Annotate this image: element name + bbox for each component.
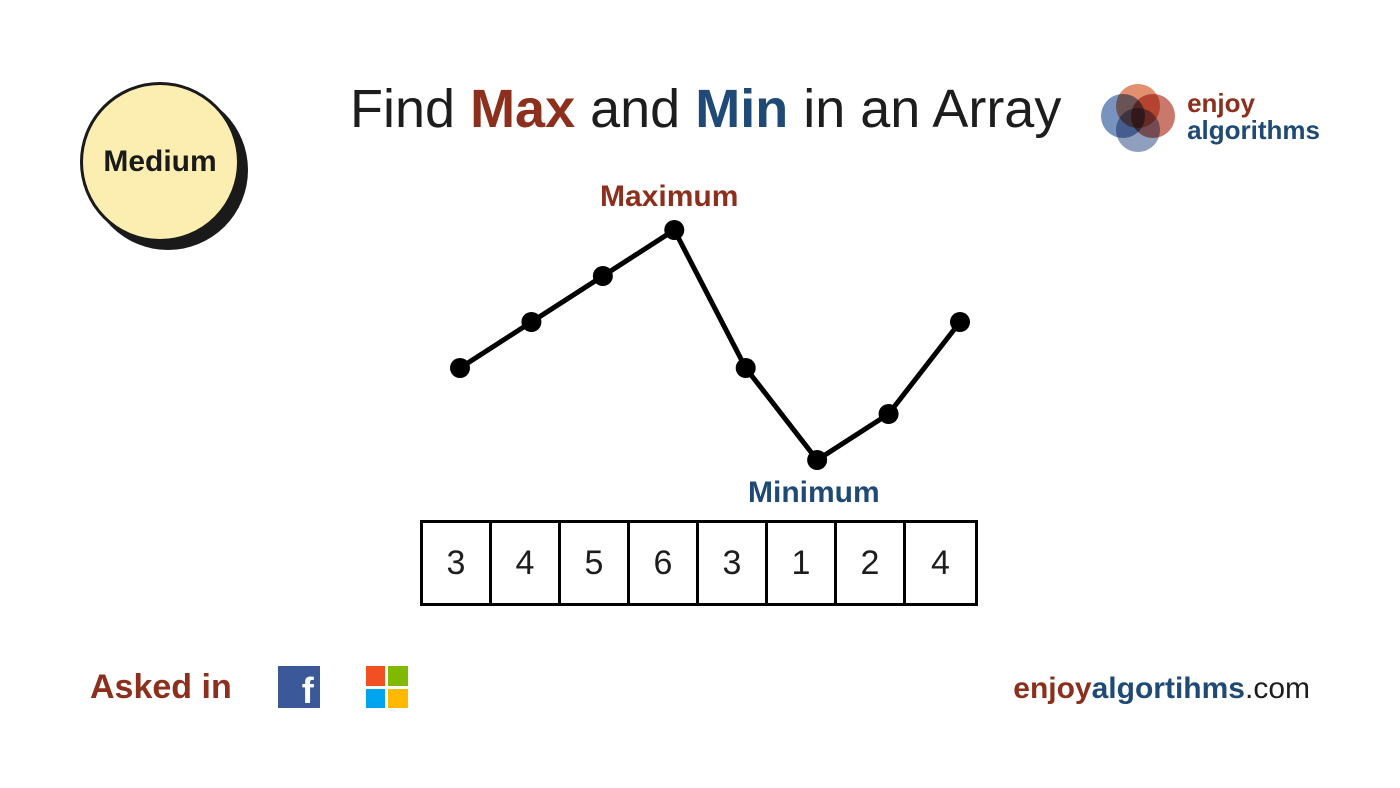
- site-url: enjoyalgortihms.com: [1013, 672, 1310, 706]
- title-prefix: Find: [350, 79, 470, 139]
- brand-logo: enjoy algorithms: [1101, 80, 1320, 154]
- site-bold2: algortihms: [1092, 672, 1245, 705]
- array-row: 34563124: [420, 520, 978, 606]
- line-chart: Maximum Minimum: [420, 180, 980, 520]
- brand-line2: algorithms: [1187, 117, 1320, 144]
- microsoft-icon: [366, 666, 408, 708]
- site-bold1: enjoy: [1013, 672, 1091, 705]
- array-cell: 6: [630, 523, 699, 603]
- array-cell: 2: [837, 523, 906, 603]
- facebook-icon: [278, 666, 320, 708]
- asked-in-label: Asked in: [90, 668, 232, 707]
- brand-name: enjoy algorithms: [1187, 90, 1320, 145]
- title-suffix: in an Array: [788, 79, 1061, 139]
- array-cell: 1: [768, 523, 837, 603]
- array-cell: 3: [423, 523, 492, 603]
- site-rest: .com: [1245, 672, 1310, 705]
- brand-line1: enjoy: [1187, 90, 1320, 117]
- logo-mark-icon: [1101, 80, 1175, 154]
- page-title: Find Max and Min in an Array: [350, 78, 1061, 140]
- difficulty-badge: Medium: [80, 82, 240, 242]
- difficulty-label: Medium: [80, 82, 240, 242]
- chart-svg: [420, 180, 980, 520]
- minimum-label: Minimum: [748, 476, 880, 510]
- array-cell: 3: [699, 523, 768, 603]
- array-cell: 5: [561, 523, 630, 603]
- maximum-label: Maximum: [600, 180, 738, 214]
- title-min: Min: [695, 79, 788, 139]
- array-cell: 4: [906, 523, 975, 603]
- array-cell: 4: [492, 523, 561, 603]
- asked-in-row: Asked in: [90, 666, 408, 708]
- title-max: Max: [470, 79, 575, 139]
- title-mid: and: [575, 79, 695, 139]
